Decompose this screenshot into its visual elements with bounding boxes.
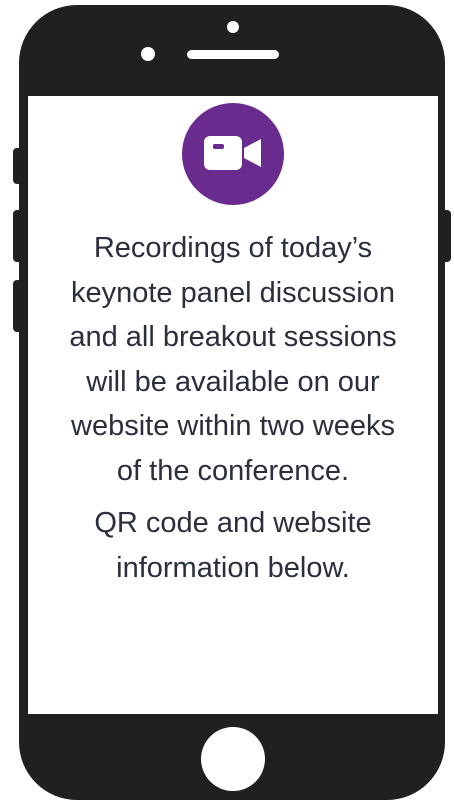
announcement-note: QR code and website information below. (94, 507, 372, 584)
earpiece-speaker-icon (187, 50, 279, 59)
front-camera-icon (227, 21, 239, 33)
video-camera-icon (204, 136, 261, 170)
announcement: Recordings of today’s keynote panel disc… (28, 226, 438, 590)
home-button[interactable] (201, 727, 265, 791)
video-badge (182, 103, 284, 205)
announcement-text: Recordings of today’s keynote panel disc… (69, 232, 397, 487)
page: Recordings of today’s keynote panel disc… (0, 0, 454, 802)
sensor-icon (141, 47, 155, 61)
